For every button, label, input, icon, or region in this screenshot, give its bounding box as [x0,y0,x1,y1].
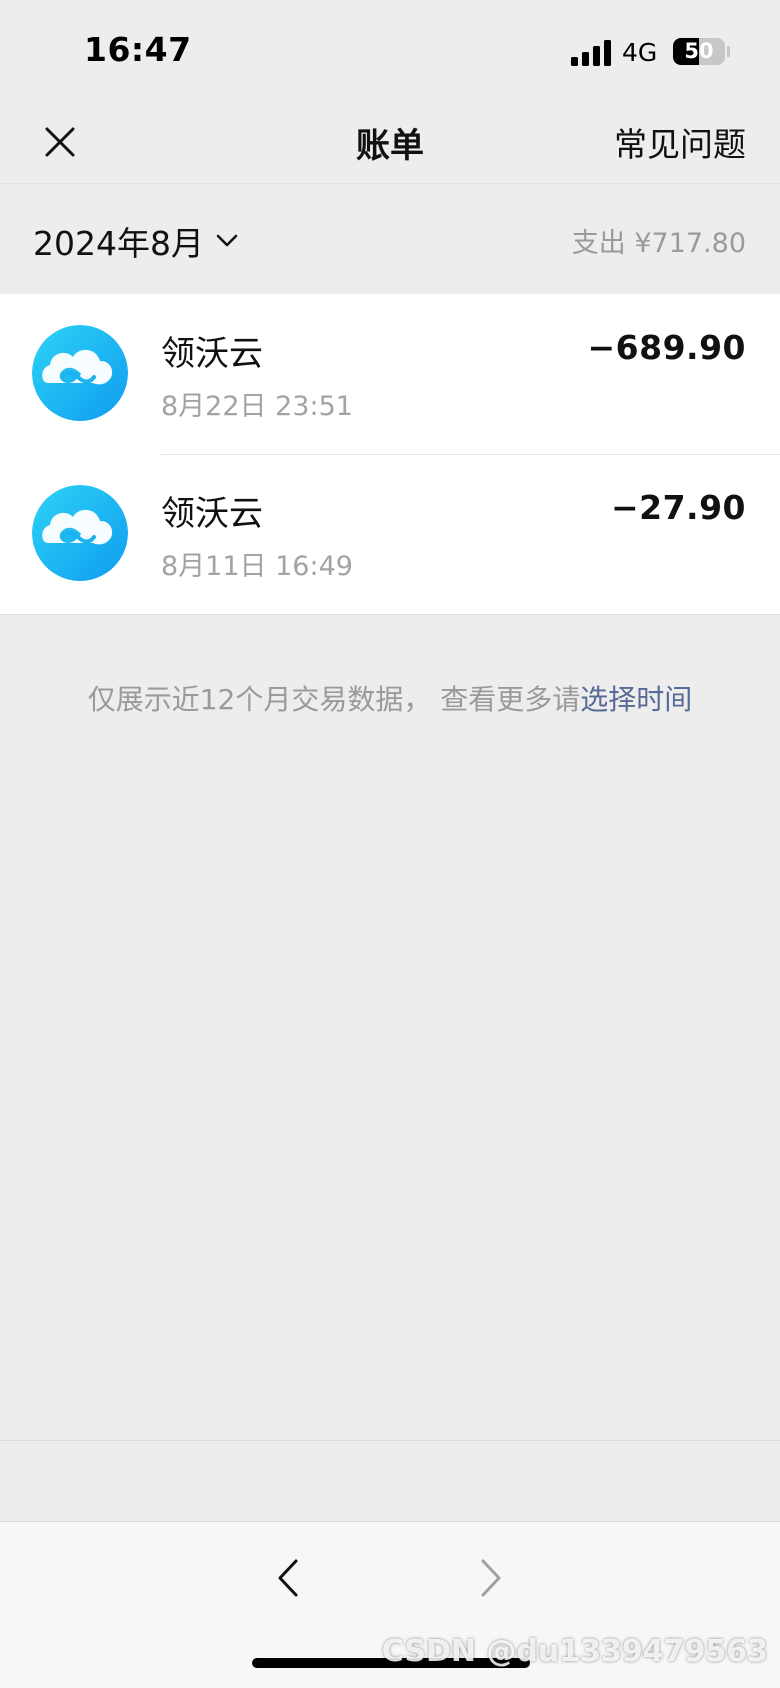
transaction-time: 8月22日 23:51 [161,391,353,422]
month-label: 2024年8月 [33,224,204,263]
battery-icon: 50 [673,38,725,65]
month-selector[interactable]: 2024年8月 [33,217,238,265]
watermark: CSDN @du1339479563 [381,1634,768,1669]
close-button[interactable] [34,116,86,168]
chevron-right-icon [481,1559,501,1597]
chevron-left-icon [278,1559,298,1597]
history-notice: 仅展示近12个月交易数据， 查看更多请选择时间 [0,678,780,718]
status-time: 16:47 [84,30,192,69]
signal-bars-icon [571,40,611,66]
transaction-amount: −27.90 [610,488,746,527]
transaction-time: 8月11日 16:49 [161,551,353,582]
bill-screen: 16:47 4G 50 账单 常见问题 2024年8月 支出 ¥717.80 领… [0,0,780,1688]
status-bar: 16:47 4G 50 [0,0,780,100]
select-time-link[interactable]: 选择时间 [580,683,692,716]
transaction-row[interactable]: 领沃云 8月22日 23:51 −689.90 [0,294,780,454]
nav-bar: 账单 常见问题 [0,100,780,184]
merchant-name: 领沃云 [161,334,263,374]
divider [0,1440,780,1441]
close-icon [45,127,75,157]
back-button[interactable] [258,1548,318,1608]
forward-button[interactable] [461,1548,521,1608]
cloud-logo-icon [32,325,128,421]
chevron-down-icon [216,234,238,247]
faq-link[interactable]: 常见问题 [614,118,746,166]
battery-nub [727,46,730,57]
cloud-logo-icon [32,485,128,581]
month-header: 2024年8月 支出 ¥717.80 [0,185,780,294]
battery-percent: 50 [684,39,714,63]
transaction-list: 领沃云 8月22日 23:51 −689.90 领沃云 8月11日 16:49 … [0,294,780,615]
network-type: 4G [622,38,658,67]
spend-summary: 支出 ¥717.80 [571,228,746,259]
transaction-row[interactable]: 领沃云 8月11日 16:49 −27.90 [0,454,780,614]
merchant-name: 领沃云 [161,494,263,534]
transaction-amount: −689.90 [587,328,746,367]
notice-text: 仅展示近12个月交易数据， 查看更多请 [87,683,581,716]
